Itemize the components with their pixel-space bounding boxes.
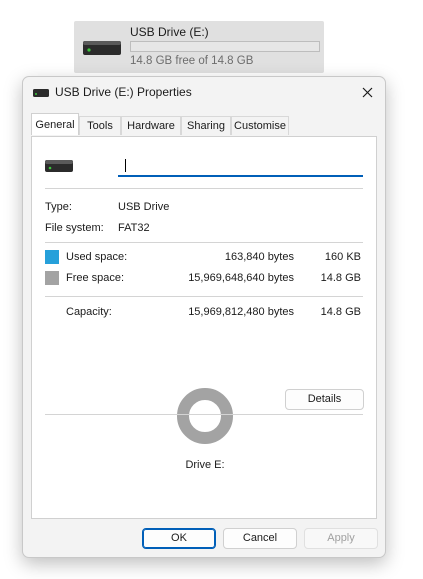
separator [45, 414, 363, 415]
drive-name-input[interactable] [118, 156, 363, 177]
type-label: Type: [45, 201, 72, 213]
free-space-label: Free space: [66, 272, 125, 284]
type-value: USB Drive [118, 201, 170, 213]
drive-tile[interactable]: USB Drive (E:) 14.8 GB free of 14.8 GB [74, 21, 324, 73]
separator [45, 296, 363, 297]
general-tab-panel: Type: USB Drive File system: FAT32 Used … [31, 136, 377, 519]
details-button[interactable]: Details [285, 389, 364, 410]
properties-dialog: USB Drive (E:) Properties General Tools … [22, 76, 386, 558]
donut-free-ring [177, 388, 233, 444]
used-space-size: 160 KB [324, 251, 361, 263]
tab-customise[interactable]: Customise [231, 116, 289, 135]
drive-icon [45, 160, 73, 172]
capacity-size: 14.8 GB [320, 306, 361, 318]
file-system-value: FAT32 [118, 222, 150, 234]
drive-icon [83, 41, 121, 55]
close-icon [362, 87, 373, 98]
separator [45, 242, 363, 243]
used-space-swatch [45, 250, 59, 264]
free-space-size: 14.8 GB [320, 272, 361, 284]
tab-general[interactable]: General [31, 113, 79, 135]
capacity-label: Capacity: [66, 306, 112, 318]
free-space-bytes: 15,969,648,640 bytes [188, 272, 294, 284]
drive-free-text: 14.8 GB free of 14.8 GB [130, 55, 254, 67]
usage-donut-chart [177, 388, 233, 444]
tab-tools[interactable]: Tools [79, 116, 121, 135]
tab-hardware[interactable]: Hardware [121, 116, 181, 135]
used-space-label: Used space: [66, 251, 128, 263]
separator [45, 188, 363, 189]
apply-button[interactable]: Apply [304, 528, 378, 549]
text-caret [125, 159, 126, 172]
title-bar[interactable]: USB Drive (E:) Properties [23, 77, 385, 109]
file-system-label: File system: [45, 222, 104, 234]
ok-button[interactable]: OK [142, 528, 216, 549]
drive-tile-name: USB Drive (E:) [130, 25, 209, 39]
free-space-swatch [45, 271, 59, 285]
capacity-bytes: 15,969,812,480 bytes [188, 306, 294, 318]
tab-sharing[interactable]: Sharing [181, 116, 231, 135]
drive-label: Drive E: [185, 459, 225, 471]
drive-usage-bar [130, 41, 320, 52]
drive-icon [33, 89, 49, 97]
dialog-title: USB Drive (E:) Properties [55, 85, 192, 99]
cancel-button[interactable]: Cancel [223, 528, 297, 549]
close-button[interactable] [351, 77, 385, 109]
used-space-bytes: 163,840 bytes [224, 251, 294, 263]
